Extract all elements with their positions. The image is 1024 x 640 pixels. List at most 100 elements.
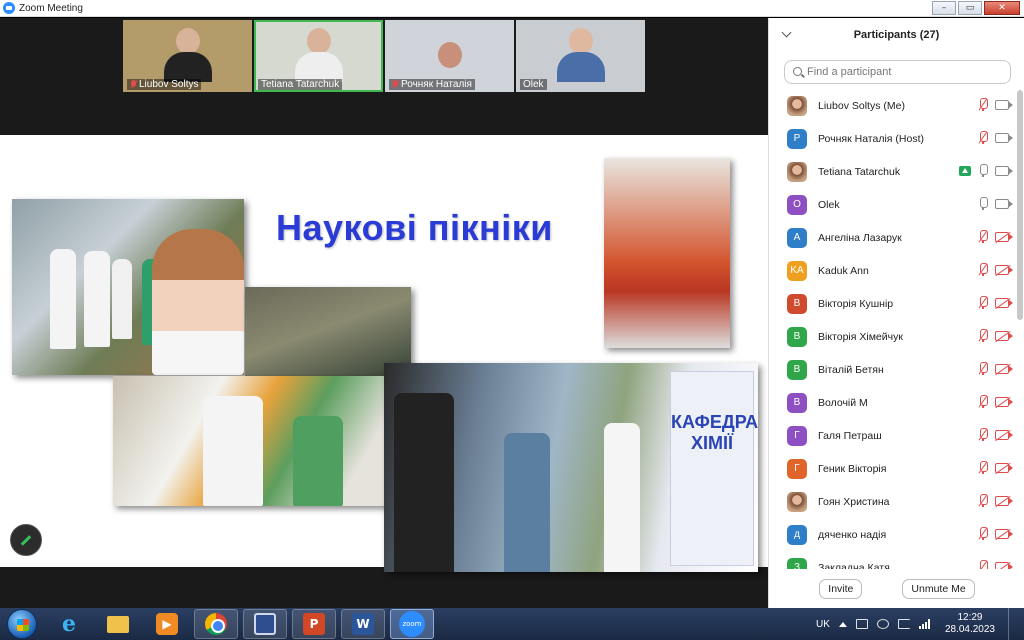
signal-icon[interactable] (918, 619, 930, 629)
word-icon: W (352, 613, 374, 635)
avatar (787, 491, 807, 512)
avatar: В (787, 326, 807, 347)
scrollbar-thumb[interactable] (1017, 90, 1023, 320)
participants-header: Participants (27) (769, 18, 1024, 52)
participant-row[interactable]: Tetiana Tatarchuk (769, 155, 1017, 188)
video-tile[interactable]: Olek (516, 20, 645, 92)
participant-video (163, 28, 212, 82)
participant-row[interactable]: Liubov Soltys (Me) (769, 89, 1017, 122)
show-desktop-button[interactable] (1008, 608, 1018, 640)
invite-button[interactable]: Invite (819, 578, 863, 599)
mic-muted-icon (977, 494, 989, 508)
participant-name: Вікторія Хімейчук (818, 330, 903, 343)
chevron-down-icon[interactable] (781, 27, 792, 38)
screen: Zoom Meeting – ▭ ✕ Liubov Soltys Tetiana… (0, 0, 1024, 640)
avatar: Г (787, 425, 807, 446)
video-icon (995, 100, 1013, 110)
participant-status (977, 296, 1017, 310)
mic-muted-icon (977, 560, 989, 569)
video-off-icon (995, 297, 1013, 310)
video-tile-active-speaker[interactable]: Tetiana Tatarchuk (254, 20, 383, 92)
taskbar-media-player[interactable]: ▶ (145, 609, 189, 639)
video-tile-name: Olek (523, 79, 544, 90)
mic-muted-icon (977, 329, 989, 343)
participant-row[interactable]: д дяченко надія (769, 518, 1017, 551)
share-screen-icon (959, 166, 971, 176)
participant-row[interactable]: Гоян Христина (769, 485, 1017, 518)
participants-panel: Participants (27) Liubov Soltys (Me) Р Роч… (768, 18, 1024, 608)
participant-row[interactable]: KA Kaduk Ann (769, 254, 1017, 287)
mic-muted-icon (977, 428, 989, 442)
video-off-icon (995, 363, 1013, 376)
annotate-pencil-button[interactable] (10, 524, 42, 556)
participant-status (977, 98, 1017, 112)
start-button[interactable] (7, 609, 37, 639)
participant-row[interactable]: А Ангеліна Лазарук (769, 221, 1017, 254)
participant-name: Вікторія Кушнір (818, 297, 894, 310)
participant-status (977, 494, 1017, 508)
taskbar-save-app[interactable] (243, 609, 287, 639)
participant-status (977, 197, 1017, 211)
slide-photo-interview: КАФЕДРА ХІМІЇ (384, 363, 758, 572)
participant-row[interactable]: З Закладна Катя (769, 551, 1017, 569)
maximize-button[interactable]: ▭ (958, 1, 982, 15)
video-tile[interactable]: Liubov Soltys (123, 20, 252, 92)
mic-muted-icon (977, 263, 989, 277)
participant-name: Геник Вікторія (818, 462, 887, 475)
participant-name: Гоян Христина (818, 495, 890, 508)
volume-icon[interactable] (897, 619, 910, 629)
file-explorer-icon (107, 615, 129, 633)
network-icon[interactable] (876, 619, 889, 629)
minimize-button[interactable]: – (932, 1, 956, 15)
search-input[interactable] (807, 66, 1007, 78)
participant-row[interactable]: В Вікторія Хімейчук (769, 320, 1017, 353)
taskbar-file-explorer[interactable] (96, 609, 140, 639)
participant-name: Закладна Катя (818, 561, 890, 570)
video-icon (995, 199, 1013, 209)
language-indicator[interactable]: UK (816, 619, 830, 630)
participant-row[interactable]: O Olek (769, 188, 1017, 221)
participant-row[interactable]: Г Геник Вікторія (769, 452, 1017, 485)
taskbar-chrome[interactable] (194, 609, 238, 639)
taskbar-zoom[interactable]: zoom (390, 609, 434, 639)
participant-status (959, 164, 1017, 178)
tray-expand-icon[interactable] (838, 621, 847, 627)
participant-row[interactable]: Г Галя Петраш (769, 419, 1017, 452)
participant-row[interactable]: В Волочій М (769, 386, 1017, 419)
video-icon (995, 166, 1013, 176)
avatar (787, 161, 807, 182)
battery-icon[interactable] (855, 619, 868, 629)
window-title: Zoom Meeting (19, 2, 83, 14)
taskbar-word[interactable]: W (341, 609, 385, 639)
mic-muted-icon (977, 296, 989, 310)
save-app-icon (254, 613, 276, 635)
taskbar-powerpoint[interactable]: P (292, 609, 336, 639)
clock[interactable]: 12:29 28.04.2023 (945, 612, 995, 636)
video-tile[interactable]: Рочняк Наталія (385, 20, 514, 92)
participants-scrollbar[interactable] (1017, 88, 1023, 568)
close-button[interactable]: ✕ (984, 1, 1020, 15)
video-tile-name: Рочняк Наталія (401, 79, 472, 90)
search-icon (793, 67, 802, 76)
participant-video (556, 28, 605, 82)
participant-search (784, 60, 1011, 84)
avatar: Г (787, 458, 807, 479)
slide-photo-molecule-model (604, 158, 730, 348)
unmute-me-button[interactable]: Unmute Me (902, 578, 975, 599)
avatar (787, 95, 807, 116)
participant-row[interactable]: В Вікторія Кушнір (769, 287, 1017, 320)
avatar: Р (787, 128, 807, 149)
taskbar-internet-explorer[interactable]: e (47, 609, 91, 639)
video-tile-name: Tetiana Tatarchuk (261, 79, 340, 90)
participant-row[interactable]: Р Рочняк Наталія (Host) (769, 122, 1017, 155)
video-icon (995, 133, 1013, 143)
avatar: З (787, 557, 807, 569)
video-off-icon (995, 495, 1013, 508)
participant-status (977, 131, 1017, 145)
powerpoint-icon: P (303, 613, 325, 635)
participant-name: Ангеліна Лазарук (818, 231, 902, 244)
pencil-icon (20, 534, 32, 546)
participant-row[interactable]: В Віталій Бетян (769, 353, 1017, 386)
participant-name: дяченко надія (818, 528, 887, 541)
zoom-app-icon (3, 2, 15, 14)
